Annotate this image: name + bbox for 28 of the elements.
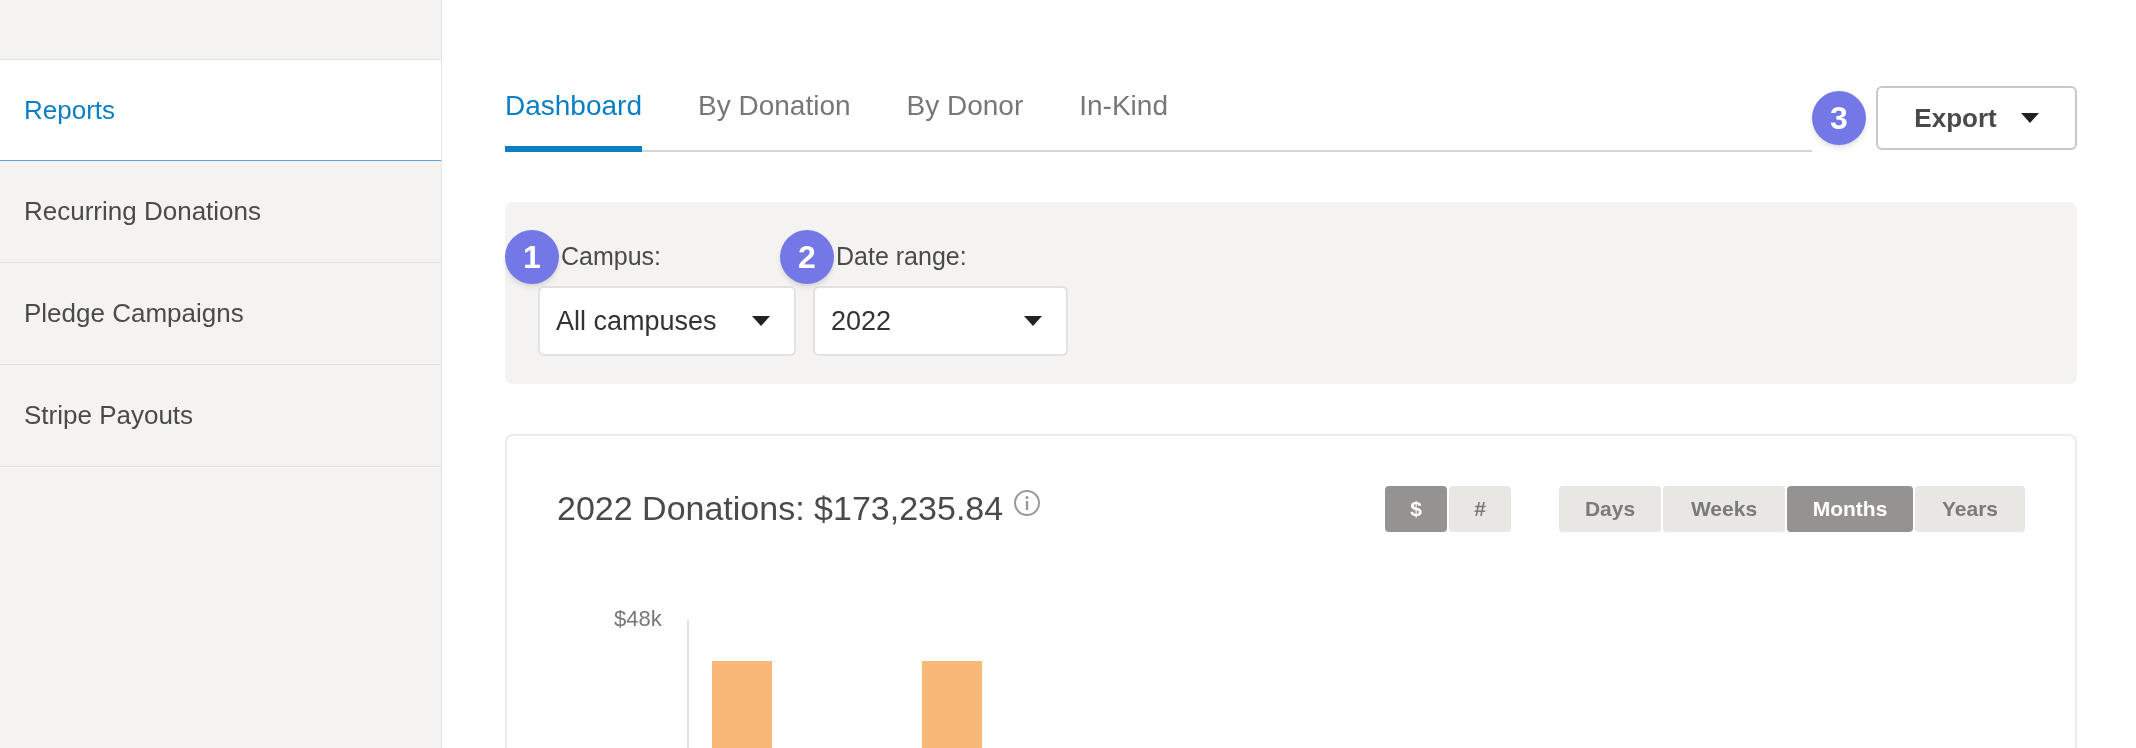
toggle-button[interactable]: Months — [1787, 485, 1913, 532]
axis-label: $48k — [614, 605, 662, 633]
toggle-button[interactable]: Weeks — [1663, 485, 1785, 532]
toggle-button[interactable]: Years — [1915, 485, 2025, 532]
step-badge: 3 — [1812, 91, 1866, 145]
caret-icon — [1024, 316, 1042, 326]
toggle-button[interactable]: $ — [1385, 485, 1447, 532]
toggle-button[interactable]: Days — [1559, 485, 1661, 532]
step-badge: 2 — [780, 230, 834, 284]
toggle-button[interactable]: # — [1449, 485, 1511, 532]
sidebar-item[interactable]: Pledge Campaigns — [0, 263, 441, 365]
sidebar-item[interactable]: Recurring Donations — [0, 161, 441, 263]
tab[interactable]: Dashboard — [505, 61, 642, 152]
caret-icon — [752, 316, 770, 326]
tab[interactable]: In-Kind — [1079, 61, 1168, 152]
sidebar-item[interactable]: Reports — [0, 59, 441, 161]
dropdown[interactable]: All campuses — [538, 286, 796, 356]
field-label: Date range: — [835, 241, 967, 273]
tab[interactable]: By Donor — [906, 61, 1024, 152]
field-label: Campus: — [560, 241, 662, 273]
info-icon[interactable] — [1013, 488, 1042, 517]
sidebar-item[interactable]: Stripe Payouts — [0, 365, 441, 467]
card-title: 2022 Donations: $173,235.84 — [557, 488, 1004, 529]
export-button[interactable]: Export — [1876, 86, 2077, 150]
step-badge: 1 — [505, 230, 559, 284]
dropdown[interactable]: 2022 — [813, 286, 1068, 356]
tab[interactable]: By Donation — [698, 61, 851, 152]
caret-icon — [2020, 113, 2039, 123]
